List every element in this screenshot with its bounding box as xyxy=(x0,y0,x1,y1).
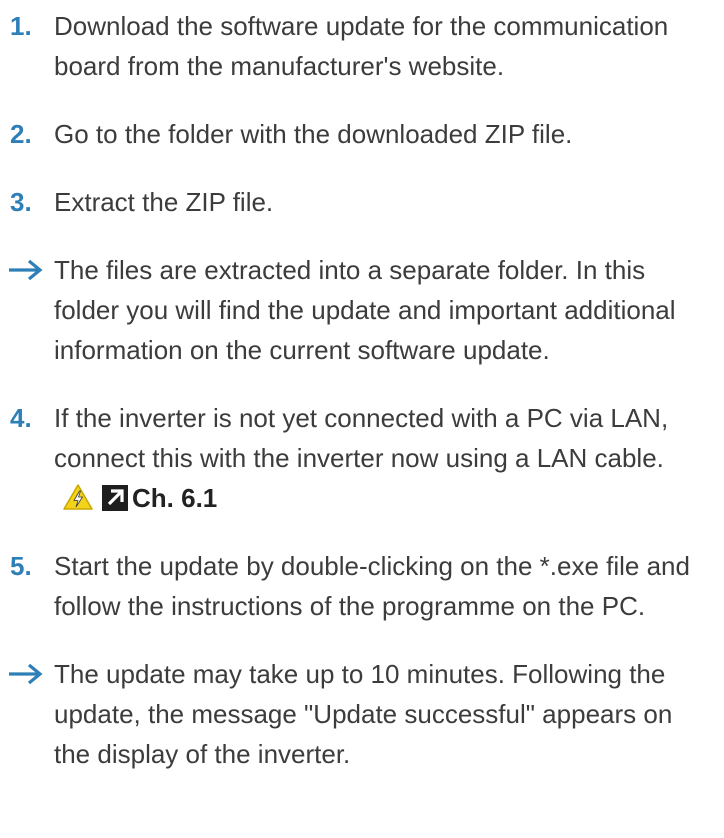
step-number: 1. xyxy=(10,11,32,41)
result-text: The files are extracted into a separate … xyxy=(54,255,676,365)
step-number: 4. xyxy=(10,403,32,433)
step-number: 2. xyxy=(10,119,32,149)
step-text: If the inverter is not yet connected wit… xyxy=(54,403,669,473)
arrow-right-icon xyxy=(9,663,43,685)
warning-triangle-icon xyxy=(63,484,93,510)
step-number: 3. xyxy=(10,187,32,217)
step-1: 1. Download the software update for the … xyxy=(0,6,700,86)
chapter-reference-link[interactable]: Ch. 6.1 xyxy=(132,483,217,513)
instruction-page: 1. Download the software update for the … xyxy=(0,0,724,838)
step-number: 5. xyxy=(10,551,32,581)
step-2: 2. Go to the folder with the downloaded … xyxy=(0,114,700,154)
step-text: Start the update by double-clicking on t… xyxy=(54,551,690,621)
step-3: 3. Extract the ZIP file. xyxy=(0,182,700,222)
result-1: The files are extracted into a separate … xyxy=(0,250,700,370)
result-2: The update may take up to 10 minutes. Fo… xyxy=(0,654,700,774)
step-text: Download the software update for the com… xyxy=(54,11,669,81)
cross-reference-icon[interactable] xyxy=(102,485,128,511)
step-4: 4. If the inverter is not yet connected … xyxy=(0,398,700,518)
step-text: Extract the ZIP file. xyxy=(54,187,274,217)
arrow-right-icon xyxy=(9,259,43,281)
result-text: The update may take up to 10 minutes. Fo… xyxy=(54,659,673,769)
step-5: 5. Start the update by double-clicking o… xyxy=(0,546,700,626)
step-text: Go to the folder with the downloaded ZIP… xyxy=(54,119,573,149)
